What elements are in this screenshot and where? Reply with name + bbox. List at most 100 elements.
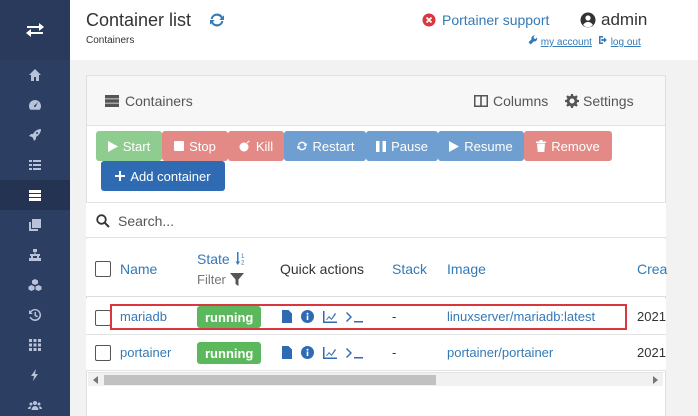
search-bar — [86, 202, 666, 238]
trash-icon — [536, 140, 547, 152]
account-links: my account log out — [528, 35, 641, 48]
sort-icon: 12 — [235, 252, 245, 267]
filter-icon — [229, 273, 244, 286]
sidebar-item-dashboard[interactable] — [0, 90, 70, 120]
log-out-link[interactable]: log out — [598, 35, 641, 48]
pause-icon — [376, 140, 387, 152]
stop-icon — [174, 141, 185, 151]
user-icon — [580, 12, 596, 28]
sign-out-icon — [598, 36, 607, 44]
top-header: Container list Containers Portainer supp… — [70, 0, 698, 60]
sidebar-item-images[interactable] — [0, 210, 70, 240]
column-stack[interactable]: Stack — [392, 261, 427, 277]
sidebar-item-app-templates[interactable] — [0, 120, 70, 150]
sidebar-item-stacks[interactable] — [0, 150, 70, 180]
select-all-checkbox[interactable] — [95, 261, 111, 277]
refresh-icon — [296, 141, 307, 151]
row-checkbox[interactable] — [95, 345, 111, 361]
logo[interactable] — [0, 0, 70, 60]
page-title: Container list — [86, 10, 192, 30]
breadcrumb: Containers — [86, 35, 135, 46]
resume-button[interactable]: Resume — [438, 131, 524, 161]
wrench-icon — [528, 35, 538, 45]
stats-icon[interactable] — [323, 346, 337, 359]
column-quick-actions: Quick actions — [280, 261, 365, 277]
play-icon — [449, 140, 460, 152]
restart-button[interactable]: Restart — [284, 131, 366, 161]
play-icon — [107, 140, 118, 152]
exchange-icon — [26, 23, 44, 37]
quick-actions — [282, 346, 364, 359]
sidebar — [0, 0, 70, 416]
row-checkbox[interactable] — [95, 310, 111, 326]
sidebar-item-networks[interactable] — [0, 240, 70, 270]
panel-header: Containers Columns Settings — [87, 76, 665, 126]
user-name: admin — [601, 10, 648, 29]
svg-text:1: 1 — [241, 254, 245, 260]
history-icon — [29, 308, 42, 321]
column-created[interactable]: Crea — [637, 261, 667, 277]
container-name-link[interactable]: portainer — [120, 345, 171, 360]
state-filter[interactable]: Filter — [197, 272, 244, 287]
logs-icon[interactable] — [282, 346, 292, 359]
server-icon — [105, 95, 119, 107]
image-link[interactable]: portainer/portainer — [447, 345, 553, 360]
list-icon — [29, 160, 41, 170]
rocket-icon — [29, 129, 41, 141]
created-value: 2021 — [637, 345, 666, 360]
stop-button[interactable]: Stop — [162, 131, 228, 161]
users-icon — [28, 401, 42, 410]
info-icon[interactable] — [301, 346, 314, 359]
columns-icon — [474, 95, 488, 107]
plus-icon — [115, 171, 126, 181]
svg-text:2: 2 — [241, 261, 245, 266]
status-badge: running — [197, 342, 262, 364]
row-highlight-box — [110, 304, 627, 330]
dashboard-icon — [29, 100, 41, 110]
bomb-icon — [239, 140, 250, 152]
scroll-left-arrow[interactable] — [93, 376, 98, 384]
kill-button[interactable]: Kill — [228, 131, 284, 161]
search-icon — [96, 214, 110, 228]
created-value: 2021 — [637, 309, 666, 324]
user-menu: admin — [580, 10, 647, 30]
column-state[interactable]: State 12 — [197, 251, 248, 267]
support-icon — [422, 13, 436, 27]
column-name[interactable]: Name — [120, 261, 157, 277]
column-image[interactable]: Image — [447, 261, 486, 277]
portainer-support-link[interactable]: Portainer support — [422, 12, 549, 28]
scrollbar-thumb[interactable] — [104, 375, 436, 385]
stack-value: - — [392, 345, 397, 360]
refresh-icon[interactable] — [208, 11, 226, 29]
bolt-icon — [31, 369, 38, 381]
sidebar-item-users[interactable] — [0, 390, 70, 416]
console-icon[interactable] — [346, 347, 364, 359]
table-row: portainer running - portainer/portainer … — [86, 335, 666, 371]
sidebar-item-home[interactable] — [0, 60, 70, 90]
gear-icon — [565, 94, 579, 108]
cubes-icon — [28, 279, 42, 291]
sidebar-item-events[interactable] — [0, 300, 70, 330]
settings-button[interactable]: Settings — [565, 93, 634, 109]
start-button[interactable]: Start — [96, 131, 162, 161]
panel-title: Containers — [105, 93, 193, 109]
remove-button[interactable]: Remove — [524, 131, 612, 161]
clone-icon — [29, 219, 41, 231]
search-input[interactable] — [118, 208, 638, 234]
support-label: Portainer support — [442, 12, 550, 28]
pause-button[interactable]: Pause — [366, 131, 438, 161]
table-header: Name State 12 Filter Quick actions Stack… — [86, 239, 667, 297]
sidebar-item-containers[interactable] — [0, 180, 70, 210]
grid-icon — [29, 339, 41, 351]
scroll-right-arrow[interactable] — [653, 376, 658, 384]
sidebar-item-volumes[interactable] — [0, 270, 70, 300]
sidebar-item-extensions[interactable] — [0, 360, 70, 390]
sitemap-icon — [29, 249, 41, 261]
horizontal-scrollbar[interactable] — [88, 372, 663, 386]
sidebar-item-host[interactable] — [0, 330, 70, 360]
server-icon — [29, 190, 41, 201]
home-icon — [29, 69, 41, 81]
columns-button[interactable]: Columns — [474, 93, 548, 109]
add-container-button[interactable]: Add container — [101, 161, 225, 191]
my-account-link[interactable]: my account — [528, 35, 592, 48]
